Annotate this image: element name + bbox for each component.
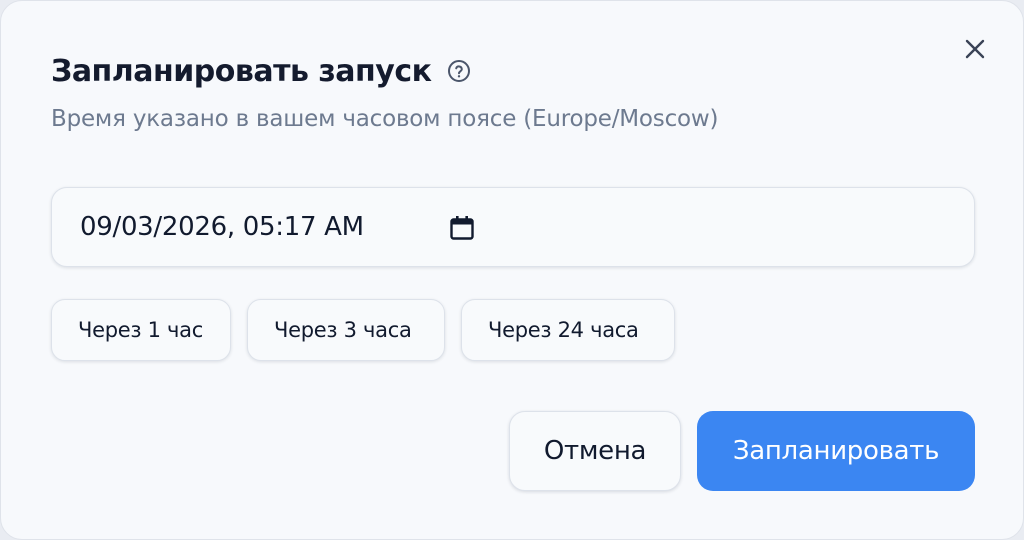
- quick-option-3h-button[interactable]: Через 3 часа: [247, 299, 445, 361]
- close-button[interactable]: [957, 33, 993, 69]
- close-icon: [964, 38, 986, 64]
- schedule-button[interactable]: Запланировать: [697, 411, 975, 491]
- cancel-button[interactable]: Отмена: [509, 411, 681, 491]
- dialog-header: Запланировать запуск: [51, 51, 471, 91]
- schedule-dialog: Запланировать запуск Время указано в ваш…: [0, 0, 1024, 540]
- datetime-input[interactable]: 09/03/2026, 05:17 AM: [51, 187, 975, 267]
- datetime-value[interactable]: 09/03/2026, 05:17 AM: [80, 212, 364, 242]
- quick-option-1h-button[interactable]: Через 1 час: [51, 299, 231, 361]
- dialog-subtitle: Время указано в вашем часовом поясе (Eur…: [51, 106, 719, 132]
- calendar-icon[interactable]: [448, 214, 476, 242]
- quick-options: Через 1 час Через 3 часа Через 24 часа: [51, 299, 675, 361]
- dialog-title: Запланировать запуск: [51, 53, 432, 89]
- quick-option-24h-button[interactable]: Через 24 часа: [461, 299, 675, 361]
- dialog-actions: Отмена Запланировать: [509, 411, 975, 491]
- help-circle-icon[interactable]: [447, 59, 471, 83]
